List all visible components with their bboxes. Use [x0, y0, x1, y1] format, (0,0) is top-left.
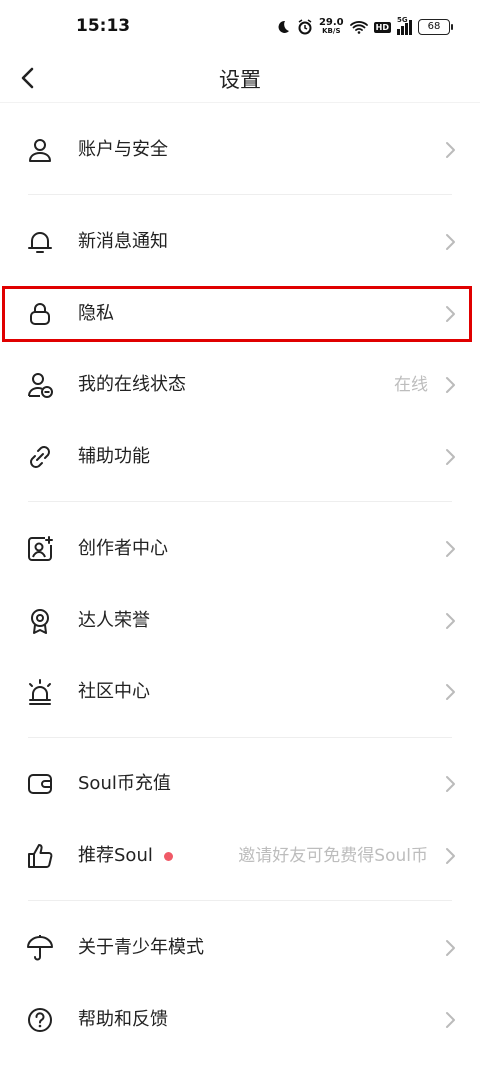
status-time: 15:13: [76, 16, 131, 36]
section-divider: [28, 501, 452, 502]
help-icon: [28, 1008, 52, 1032]
settings-item-label: 推荐Soul: [78, 845, 153, 866]
bell-icon: [28, 232, 52, 253]
chevron-right-icon: [446, 541, 455, 557]
recommend-hint: 邀请好友可免费得Soul币: [238, 846, 428, 866]
settings-item-label: 账户与安全: [78, 139, 168, 160]
chevron-right-icon: [446, 1012, 455, 1028]
settings-item-accessibility[interactable]: 辅助功能: [0, 425, 480, 489]
header-divider: [0, 102, 480, 103]
online-status-value: 在线: [394, 375, 428, 395]
chevron-right-icon: [446, 377, 455, 393]
settings-item-label: 关于青少年模式: [78, 937, 204, 958]
settings-item-label: 隐私: [78, 303, 114, 324]
section-divider: [28, 737, 452, 738]
chevron-right-icon: [446, 776, 455, 792]
battery-indicator: 68: [418, 19, 453, 35]
settings-item-label: 创作者中心: [78, 538, 168, 559]
chevron-right-icon: [446, 848, 455, 864]
status-icons: 29.0 KB/S HD 5G 68: [275, 14, 453, 40]
settings-item-label: 帮助和反馈: [78, 1009, 168, 1030]
chevron-right-icon: [446, 684, 455, 700]
umbrella-icon: [27, 935, 53, 961]
status-bar: 15:13 29.0 KB/S HD 5G 68: [0, 0, 480, 54]
user-status-icon: [28, 373, 53, 398]
page-title: 设置: [219, 68, 261, 92]
link-icon: [30, 446, 50, 468]
settings-item-recommend-soul[interactable]: 推荐Soul 邀请好友可免费得Soul币: [0, 824, 480, 888]
net-speed-value: 29.0: [318, 17, 344, 28]
settings-item-community-center[interactable]: 社区中心: [0, 660, 480, 724]
signal-icon: 5G: [397, 16, 412, 35]
alarm-icon: [29, 679, 51, 705]
thumbs-up-icon: [28, 844, 53, 868]
chevron-right-icon: [446, 142, 455, 158]
section-divider: [28, 194, 452, 195]
settings-item-account-security[interactable]: 账户与安全: [0, 118, 480, 182]
chevron-right-icon: [446, 613, 455, 629]
chevron-right-icon: [446, 234, 455, 250]
settings-item-label: 社区中心: [78, 681, 150, 702]
settings-item-label: 辅助功能: [78, 446, 150, 467]
lock-icon: [30, 303, 50, 325]
settings-item-label: Soul币充值: [78, 773, 171, 794]
net-speed: 29.0 KB/S: [319, 18, 344, 36]
moon-icon: [278, 20, 289, 33]
wifi-icon: [349, 21, 368, 34]
section-divider: [28, 900, 452, 901]
settings-item-privacy[interactable]: 隐私: [0, 282, 480, 346]
nav-header: 设置: [0, 54, 480, 102]
settings-item-help-feedback[interactable]: 帮助和反馈: [0, 988, 480, 1052]
award-icon: [31, 609, 49, 634]
notification-dot: [164, 852, 173, 861]
settings-item-label: 我的在线状态: [78, 374, 186, 395]
chevron-right-icon: [446, 449, 455, 465]
settings-item-soul-coin-recharge[interactable]: Soul币充值: [0, 752, 480, 816]
settings-item-label: 新消息通知: [78, 231, 168, 252]
settings-item-online-status[interactable]: 我的在线状态 在线: [0, 353, 480, 417]
wallet-icon: [28, 774, 52, 794]
settings-item-creator-center[interactable]: 创作者中心: [0, 517, 480, 581]
settings-item-label: 达人荣誉: [78, 610, 150, 631]
creator-icon: [28, 536, 53, 561]
net-speed-unit: KB/S: [322, 27, 341, 35]
network-type: 5G: [397, 16, 408, 24]
chevron-right-icon: [446, 306, 455, 322]
settings-item-notifications[interactable]: 新消息通知: [0, 210, 480, 274]
hd-badge: HD: [373, 21, 391, 33]
chevron-right-icon: [446, 940, 455, 956]
alarm-clock-icon: [298, 19, 312, 35]
user-icon: [29, 139, 51, 162]
settings-item-teen-mode[interactable]: 关于青少年模式: [0, 916, 480, 980]
settings-item-expert-honors[interactable]: 达人荣誉: [0, 589, 480, 653]
